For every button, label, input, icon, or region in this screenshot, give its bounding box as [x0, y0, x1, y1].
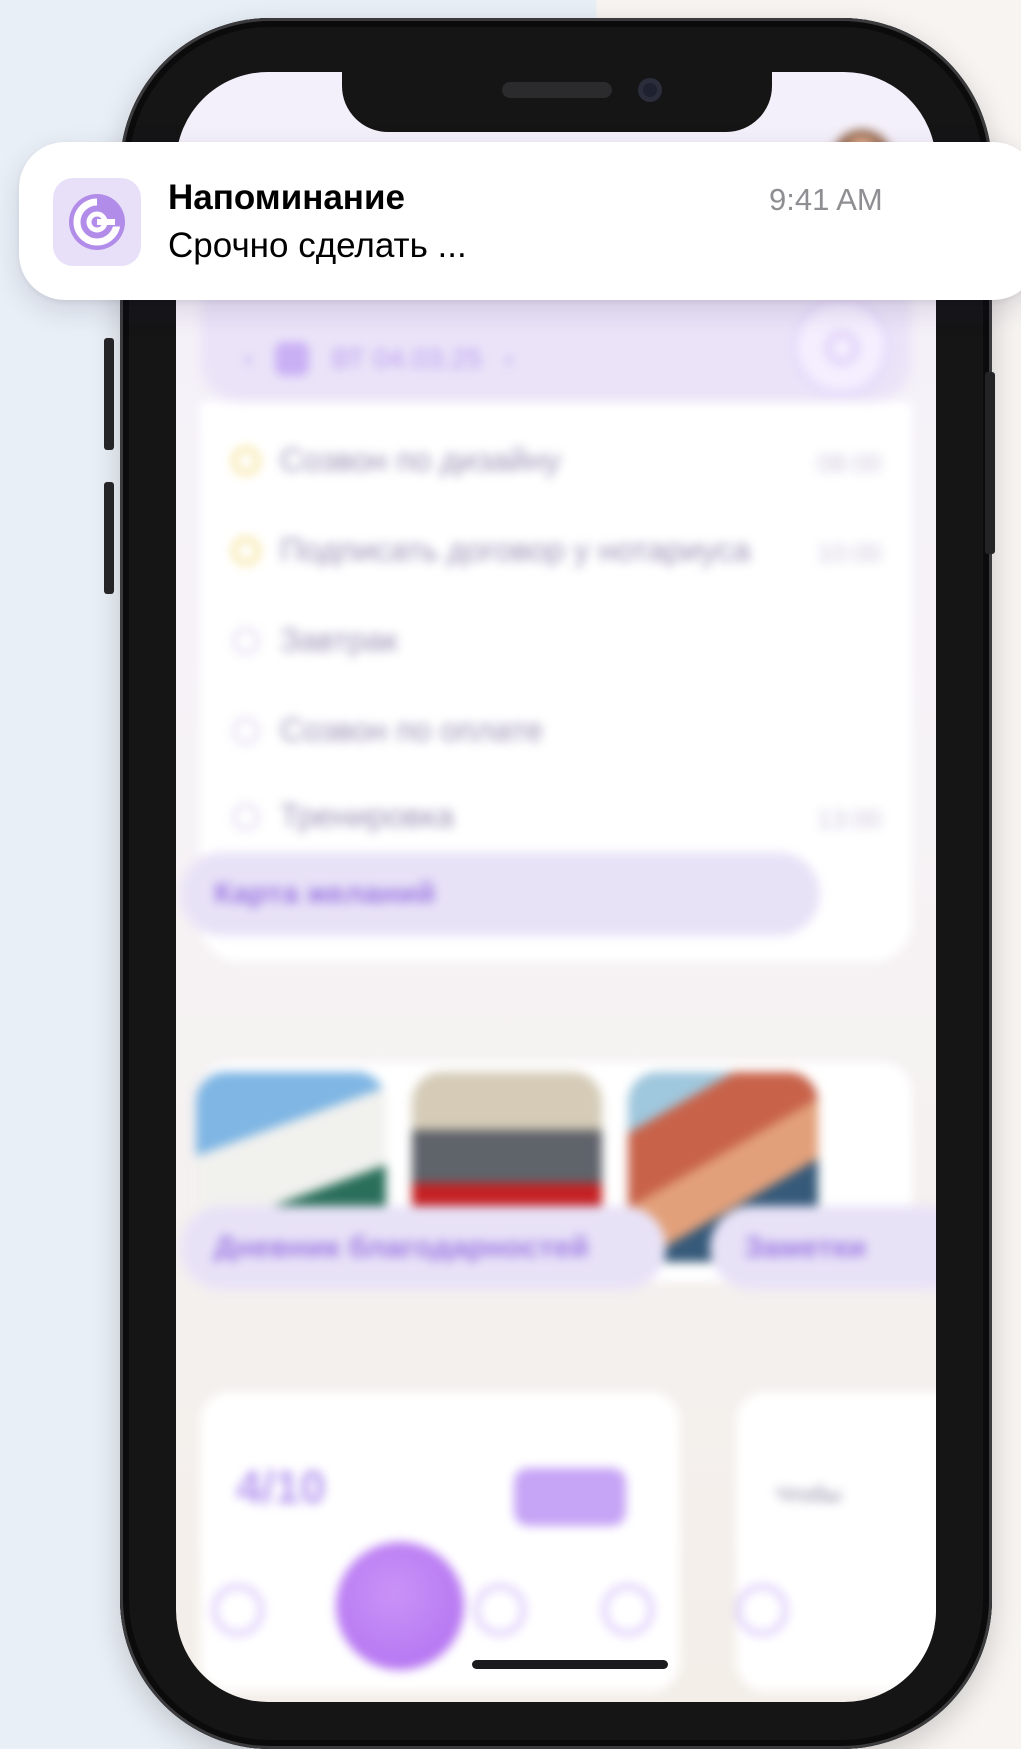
- notes-section-title[interactable]: Заметки: [710, 1206, 936, 1290]
- calendar-icon: [275, 342, 310, 376]
- date-label[interactable]: ВТ 04.03.25: [331, 343, 482, 375]
- task-title: Созвон по дизайну: [280, 442, 561, 478]
- task-time: 10:00: [816, 538, 882, 568]
- list-item[interactable]: Созвон по дизайну: [232, 442, 561, 479]
- notification-time: 9:41 AM: [769, 182, 883, 217]
- notification-title: Напоминание: [168, 178, 405, 217]
- chevron-right-icon[interactable]: ›: [504, 343, 513, 375]
- home-icon[interactable]: [212, 1584, 264, 1636]
- gratitude-counter: 4/10: [236, 1461, 326, 1513]
- phone-screen: ‹ ВТ 04.03.25 › Созвон по дизайну 08:00 …: [176, 72, 936, 1702]
- calendar-tab-button[interactable]: [336, 1542, 464, 1670]
- heart-icon[interactable]: [602, 1584, 654, 1636]
- gratitude-add-pill[interactable]: [514, 1468, 626, 1526]
- task-title: Завтрак: [280, 622, 398, 658]
- chevron-left-icon[interactable]: ‹: [244, 343, 253, 375]
- target-icon[interactable]: [792, 298, 890, 396]
- status-dot[interactable]: [232, 716, 260, 745]
- tab-bar: [176, 1534, 936, 1702]
- mute-switch: [104, 338, 114, 450]
- notes-preview: Чтобы: [776, 1482, 842, 1507]
- task-time: 08:00: [816, 448, 882, 478]
- task-title: Подписать договор у нотариуса: [280, 532, 751, 568]
- notification-body: Срочно сделать ...: [168, 226, 467, 265]
- phone-notch: [342, 62, 772, 132]
- task-title: Тренировка: [280, 798, 454, 834]
- profile-icon[interactable]: [736, 1584, 788, 1636]
- list-item[interactable]: Подписать договор у нотариуса: [232, 532, 751, 569]
- status-dot[interactable]: [232, 536, 260, 565]
- wishes-section-title[interactable]: Карта желаний: [180, 852, 820, 936]
- app-logo-icon[interactable]: [474, 1584, 526, 1636]
- power-button: [985, 372, 995, 554]
- list-item[interactable]: Тренировка: [232, 798, 454, 835]
- camera: [638, 78, 662, 102]
- list-item[interactable]: Завтрак: [232, 622, 398, 659]
- gratitude-section-title[interactable]: Дневник благодарностей: [180, 1206, 666, 1290]
- speaker: [502, 82, 612, 98]
- status-dot[interactable]: [232, 802, 260, 831]
- volume-button: [104, 482, 114, 594]
- status-dot[interactable]: [232, 446, 260, 475]
- app-logo-icon: [53, 178, 141, 266]
- blurred-app-background: ‹ ВТ 04.03.25 › Созвон по дизайну 08:00 …: [176, 72, 936, 1702]
- task-time: 13:00: [816, 804, 882, 834]
- notification-banner[interactable]: Напоминание Срочно сделать ... 9:41 AM: [19, 142, 1021, 300]
- list-item[interactable]: Созвон по оплате: [232, 712, 543, 749]
- home-indicator[interactable]: [472, 1660, 668, 1669]
- task-title: Созвон по оплате: [280, 712, 544, 748]
- status-dot[interactable]: [232, 626, 260, 655]
